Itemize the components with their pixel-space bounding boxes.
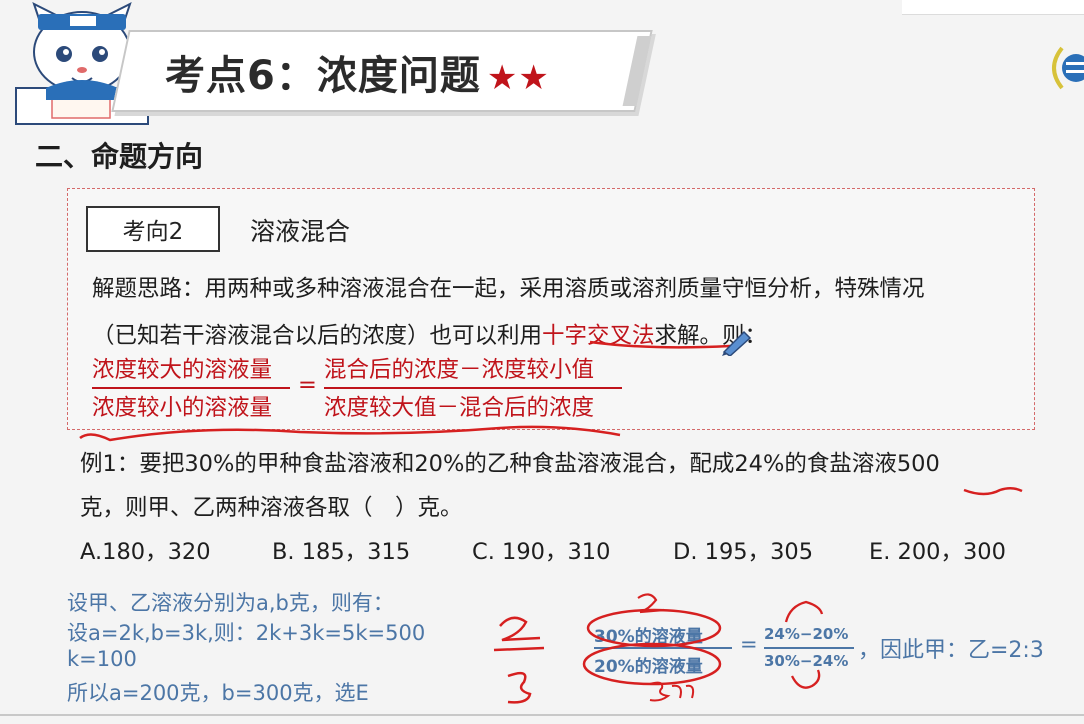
solution-line-2: 设a=2k,b=3k,则：2k+3k=5k=500 — [67, 621, 426, 645]
solution-line-4: 所以a=200克，b=300克，选E — [67, 681, 369, 705]
formula-left-numerator: 浓度较大的溶液量 — [92, 357, 273, 383]
ink-bar — [493, 646, 545, 652]
formula-right-numerator: 混合后的浓度－浓度较小值 — [324, 357, 595, 383]
section-heading: 二、命题方向 — [35, 140, 204, 173]
page-title: 考点6：浓度问题 ★★ — [165, 43, 550, 101]
option-e[interactable]: E. 200，300 — [869, 534, 1006, 566]
solution-frac-left-bar — [594, 647, 732, 649]
direction-title: 溶液混合 — [250, 217, 351, 246]
formula-right-denominator: 浓度较大值－混合后的浓度 — [324, 395, 595, 421]
ink-three — [507, 671, 532, 704]
formula-equals: = — [298, 372, 317, 398]
solution-conclusion: ，因此甲：乙=2:3 — [858, 638, 1044, 663]
method-line-2-pre: （已知若干溶液混合以后的浓度）也可以利用 — [92, 323, 543, 349]
pen-cursor-icon — [722, 330, 752, 356]
underline-500 — [963, 487, 1023, 496]
option-c[interactable]: C. 190，310 — [472, 534, 610, 566]
solution-equals: = — [740, 632, 758, 656]
difficulty-stars: ★★ — [486, 58, 550, 98]
formula-right-bar — [324, 387, 622, 389]
method-line-2: （已知若干溶液混合以后的浓度）也可以利用十字交叉法求解。则： — [92, 318, 767, 350]
cross-method-highlight: 十字交叉法 — [542, 323, 655, 349]
page-title-text: 考点6：浓度问题 — [165, 53, 481, 99]
ink-arc-bottom — [790, 669, 821, 689]
ink-300 — [649, 681, 695, 702]
ink-small-two — [637, 593, 665, 614]
bottom-divider — [0, 714, 1084, 716]
formula-left-bar — [92, 387, 290, 389]
solution-line-3: k=100 — [67, 647, 137, 671]
formula-left-denominator: 浓度较小的溶液量 — [92, 395, 273, 421]
solution-frac-right-den: 30%−24% — [764, 652, 849, 670]
option-a[interactable]: A.180，320 — [80, 534, 211, 566]
solution-frac-left-den: 20%的溶液量 — [594, 657, 703, 677]
window-control-strip — [902, 0, 1084, 15]
ink-two — [499, 616, 541, 642]
solution-frac-right-bar — [764, 647, 854, 649]
example-line-2: 克，则甲、乙两种溶液各取（ ）克。 — [80, 495, 463, 521]
ink-arc-top — [784, 600, 824, 623]
direction-tag: 考向2 — [86, 206, 220, 252]
solution-frac-right-num: 24%−20% — [764, 625, 849, 643]
method-line-1: 解题思路：用两种或多种溶液混合在一起，采用溶质或溶剂质量守恒分析，特殊情况 — [92, 276, 925, 302]
solution-line-1: 设甲、乙溶液分别为a,b克，则有： — [67, 591, 394, 615]
option-d[interactable]: D. 195，305 — [673, 534, 813, 566]
solution-frac-left-num: 30%的溶液量 — [594, 627, 703, 647]
option-b[interactable]: B. 185，315 — [272, 534, 410, 566]
logo-mark-icon — [1052, 46, 1084, 90]
example-line-1: 例1：要把30%的甲种食盐溶液和20%的乙种食盐溶液混合，配成24%的食盐溶液5… — [80, 451, 940, 477]
